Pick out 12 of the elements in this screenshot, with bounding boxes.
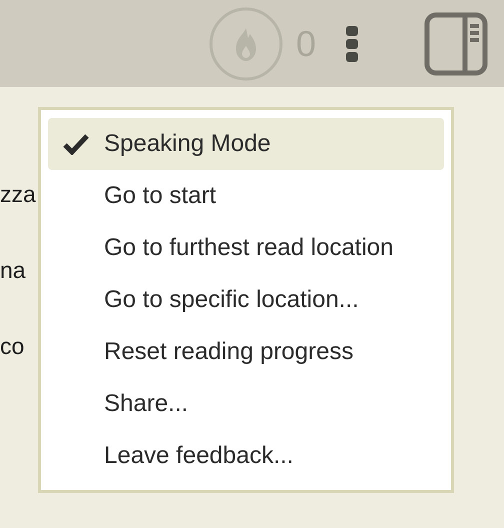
more-menu-icon[interactable] <box>346 26 358 62</box>
menu-item[interactable]: Go to specific location... <box>48 274 444 326</box>
menu-item[interactable]: Leave feedback... <box>48 430 444 482</box>
page-text: zza <box>0 180 37 209</box>
page-text: co <box>0 332 26 361</box>
page-text: na <box>0 256 27 285</box>
menu-item[interactable]: Go to furthest read location <box>48 222 444 274</box>
menu-item[interactable]: Go to start <box>48 170 444 222</box>
sidebar-toggle-icon[interactable] <box>424 12 488 76</box>
menu-item[interactable]: Speaking Mode <box>48 118 444 170</box>
menu-item[interactable]: Share... <box>48 378 444 430</box>
menu-item[interactable]: Reset reading progress <box>48 326 444 378</box>
